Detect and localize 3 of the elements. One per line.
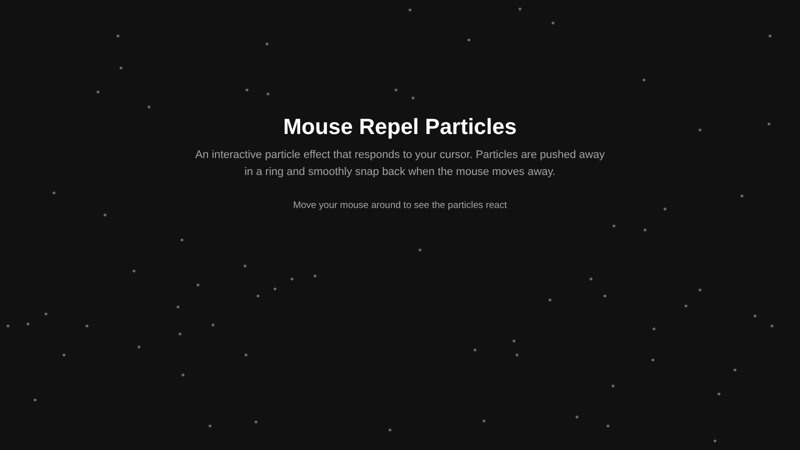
page-title: Mouse Repel Particles <box>283 113 517 141</box>
hint-text: Move your mouse around to see the particles react <box>293 199 507 213</box>
description-text: An interactive particle effect that responds to your cursor. Particles are pushed away in a ring and smoothly snap back when the mouse moves away. <box>195 148 605 180</box>
